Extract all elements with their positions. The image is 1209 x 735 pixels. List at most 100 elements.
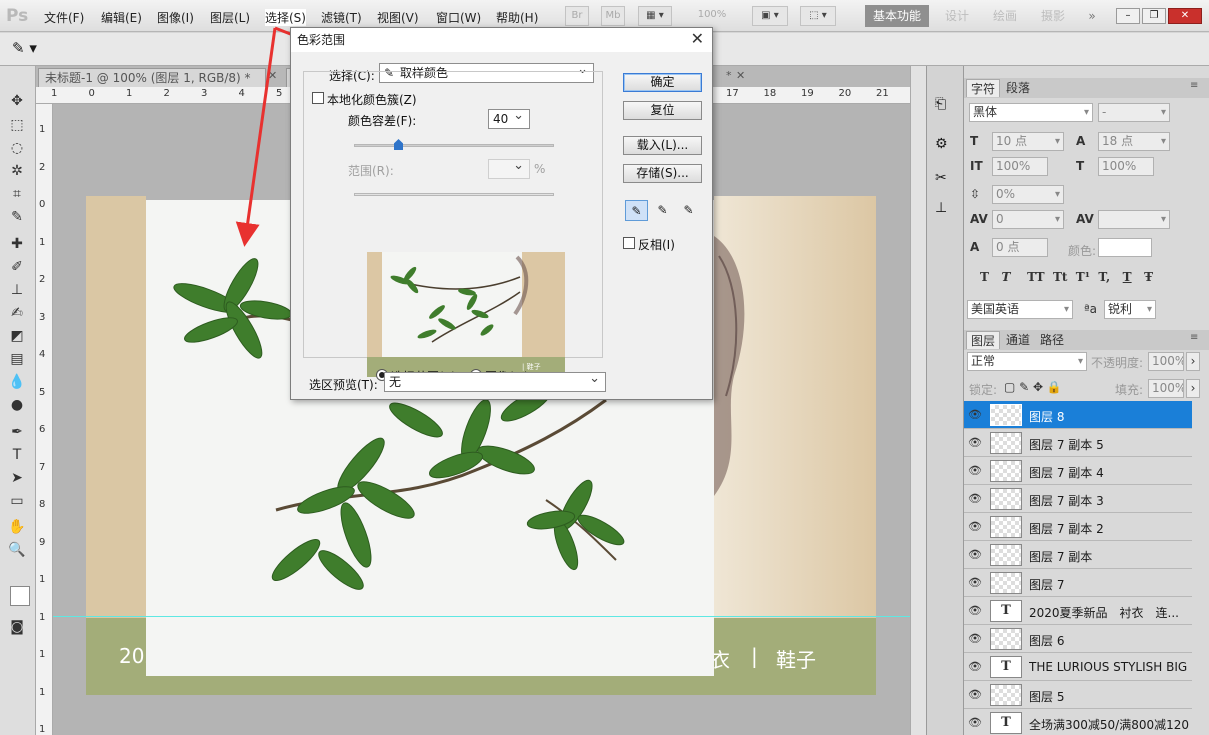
- clone-stamp-tool-icon[interactable]: ⊥: [5, 279, 29, 301]
- guide-line[interactable]: [53, 616, 910, 617]
- invert-checkbox[interactable]: [623, 237, 635, 249]
- foreground-color-swatch[interactable]: [10, 586, 30, 606]
- arrange-docs-icon[interactable]: ▣ ▾: [752, 6, 788, 26]
- lock-icons[interactable]: ▢ ✎ ✥ 🔒: [1004, 380, 1062, 394]
- baseline-shift-input[interactable]: 0 点: [992, 238, 1048, 257]
- layer-row[interactable]: 👁 图层 7 副本: [964, 541, 1192, 569]
- strikethrough-button[interactable]: Ŧ: [1144, 270, 1153, 284]
- layer-row[interactable]: 👁 图层 5: [964, 681, 1192, 709]
- tab-paragraph[interactable]: 段落: [1002, 79, 1034, 97]
- layer-row[interactable]: 👁 图层 7 副本 5: [964, 429, 1192, 457]
- visibility-eye-icon[interactable]: 👁: [968, 576, 982, 589]
- blur-tool-icon[interactable]: 💧: [5, 371, 29, 393]
- workspace-painting[interactable]: 绘画: [985, 5, 1025, 27]
- tab-paths[interactable]: 路径: [1036, 331, 1068, 349]
- menu-file[interactable]: 文件(F): [44, 9, 84, 26]
- localized-clusters-checkbox[interactable]: [312, 92, 324, 104]
- save-button[interactable]: 存储(S)...: [623, 164, 702, 183]
- vertical-scrollbar[interactable]: [910, 66, 926, 735]
- lasso-tool-icon[interactable]: ◌: [5, 137, 29, 159]
- visibility-eye-icon[interactable]: 👁: [968, 716, 982, 729]
- menu-edit[interactable]: 编辑(E): [101, 9, 142, 26]
- eraser-tool-icon[interactable]: ◩: [5, 325, 29, 347]
- crop-tool-icon[interactable]: ⌗: [5, 183, 29, 205]
- layers-menu-icon[interactable]: ≡: [1190, 332, 1198, 343]
- visibility-eye-icon[interactable]: 👁: [968, 632, 982, 645]
- opacity-slider-icon[interactable]: ›: [1186, 352, 1200, 371]
- close-window-button[interactable]: ✕: [1168, 8, 1202, 24]
- menu-image[interactable]: 图像(I): [157, 9, 194, 26]
- menu-view[interactable]: 视图(V): [377, 9, 419, 26]
- visibility-eye-icon[interactable]: 👁: [968, 436, 982, 449]
- dodge-tool-icon[interactable]: ●: [5, 394, 29, 416]
- zoom-tool-icon[interactable]: 🔍: [5, 539, 29, 561]
- visibility-eye-icon[interactable]: 👁: [968, 548, 982, 561]
- visibility-eye-icon[interactable]: 👁: [968, 520, 982, 533]
- panel-menu-icon[interactable]: ≡: [1190, 80, 1198, 91]
- visibility-eye-icon[interactable]: 👁: [968, 688, 982, 701]
- tab-character[interactable]: 字符: [966, 79, 1001, 97]
- fuzziness-slider-thumb[interactable]: [394, 139, 403, 150]
- adjustments-panel-icon[interactable]: ⚙: [935, 136, 948, 152]
- workspace-design[interactable]: 设计: [937, 5, 977, 27]
- bridge-button[interactable]: Br: [565, 6, 589, 26]
- visibility-eye-icon[interactable]: 👁: [968, 604, 982, 617]
- quick-mask-icon[interactable]: ◙: [5, 616, 29, 638]
- healing-brush-tool-icon[interactable]: ✚: [5, 233, 29, 255]
- leading-select[interactable]: 18 点: [1098, 132, 1170, 151]
- layer-row[interactable]: 👁 T THE LURIOUS STYLISH BIG F...: [964, 653, 1192, 681]
- eyedropper-tool-icon[interactable]: ✎: [5, 206, 29, 228]
- shape-tool-icon[interactable]: ▭: [5, 490, 29, 512]
- fill-slider-icon[interactable]: ›: [1186, 379, 1200, 398]
- maximize-button[interactable]: ❐: [1142, 8, 1166, 24]
- brush-panel-icon[interactable]: ✂: [935, 170, 947, 186]
- brush-tool-icon[interactable]: ✐: [5, 256, 29, 278]
- menu-help[interactable]: 帮助(H): [496, 9, 538, 26]
- layer-row[interactable]: 👁 T 全场满300减50/满800减120: [964, 709, 1192, 735]
- tab-channels[interactable]: 通道: [1002, 331, 1034, 349]
- workspace-photography[interactable]: 摄影: [1033, 5, 1073, 27]
- extras-icon[interactable]: ▦ ▾: [638, 6, 672, 26]
- menu-window[interactable]: 窗口(W): [436, 9, 481, 26]
- mini-bridge-button[interactable]: Mb: [601, 6, 625, 26]
- kerning-select[interactable]: 0: [992, 210, 1064, 229]
- zoom-level[interactable]: 100%: [688, 6, 736, 26]
- subscript-button[interactable]: T,: [1098, 270, 1110, 284]
- blend-mode-select[interactable]: 正常: [967, 352, 1087, 371]
- load-button[interactable]: 载入(L)...: [623, 136, 702, 155]
- tsume-select[interactable]: 0%: [992, 185, 1064, 204]
- tab-layers[interactable]: 图层: [966, 331, 1001, 349]
- superscript-button[interactable]: T¹: [1076, 270, 1090, 284]
- tab-more-icon[interactable]: *: [726, 69, 732, 82]
- visibility-eye-icon[interactable]: 👁: [968, 408, 982, 421]
- dialog-close-icon[interactable]: ✕: [691, 30, 704, 48]
- layer-row[interactable]: 👁 图层 7 副本 2: [964, 513, 1192, 541]
- font-size-select[interactable]: 10 点: [992, 132, 1064, 151]
- eyedropper-plus-icon[interactable]: ✎: [651, 200, 674, 221]
- minimize-button[interactable]: –: [1116, 8, 1140, 24]
- screen-mode-icon[interactable]: ⬚ ▾: [800, 6, 836, 26]
- clone-source-panel-icon[interactable]: ⊥: [935, 200, 947, 216]
- layer-row[interactable]: 👁 T 2020夏季新品 衬衣 连...: [964, 597, 1192, 625]
- marquee-tool-icon[interactable]: ⬚: [5, 114, 29, 136]
- faux-italic-button[interactable]: T: [1001, 270, 1010, 284]
- history-panel-icon[interactable]: ⎗: [935, 96, 946, 112]
- visibility-eye-icon[interactable]: 👁: [968, 464, 982, 477]
- faux-bold-button[interactable]: T: [980, 270, 989, 284]
- type-tool-icon[interactable]: T: [5, 444, 29, 466]
- hand-tool-icon[interactable]: ✋: [5, 516, 29, 538]
- reset-button[interactable]: 复位: [623, 101, 702, 120]
- move-tool-icon[interactable]: ✥: [5, 90, 29, 112]
- tracking-select[interactable]: [1098, 210, 1170, 229]
- layer-row[interactable]: 👁 图层 6: [964, 625, 1192, 653]
- selection-preview-dropdown[interactable]: 无: [384, 370, 606, 392]
- vertical-scale-input[interactable]: 100%: [992, 157, 1048, 176]
- layer-row[interactable]: 👁 图层 8: [964, 401, 1192, 429]
- fuzziness-input[interactable]: 40: [488, 107, 530, 129]
- underline-button[interactable]: T: [1123, 270, 1132, 284]
- eyedropper-minus-icon[interactable]: ✎: [677, 200, 700, 221]
- history-brush-tool-icon[interactable]: ✍: [5, 302, 29, 324]
- layer-row[interactable]: 👁 图层 7 副本 3: [964, 485, 1192, 513]
- antialias-select[interactable]: 锐利: [1104, 300, 1156, 319]
- font-style-select[interactable]: -: [1098, 103, 1170, 122]
